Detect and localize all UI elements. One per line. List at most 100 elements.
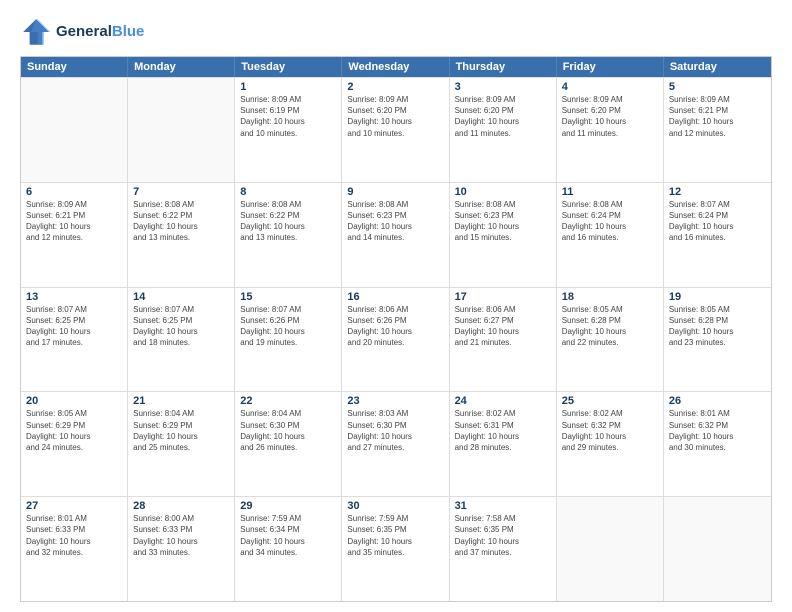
day-number: 31 (455, 500, 551, 512)
logo: GeneralBlue (20, 16, 144, 48)
day-number: 10 (455, 186, 551, 198)
calendar-cell: 5Sunrise: 8:09 AM Sunset: 6:21 PM Daylig… (664, 78, 771, 182)
calendar-cell: 9Sunrise: 8:08 AM Sunset: 6:23 PM Daylig… (342, 183, 449, 287)
calendar-cell (557, 497, 664, 601)
calendar-cell: 1Sunrise: 8:09 AM Sunset: 6:19 PM Daylig… (235, 78, 342, 182)
day-number: 13 (26, 291, 122, 303)
calendar-cell (128, 78, 235, 182)
day-detail: Sunrise: 8:04 AM Sunset: 6:29 PM Dayligh… (133, 408, 229, 453)
calendar-cell: 6Sunrise: 8:09 AM Sunset: 6:21 PM Daylig… (21, 183, 128, 287)
calendar-body: 1Sunrise: 8:09 AM Sunset: 6:19 PM Daylig… (21, 77, 771, 601)
weekday-header: Tuesday (235, 57, 342, 77)
calendar-cell: 19Sunrise: 8:05 AM Sunset: 6:28 PM Dayli… (664, 288, 771, 392)
weekday-header: Thursday (450, 57, 557, 77)
calendar-cell (21, 78, 128, 182)
day-detail: Sunrise: 8:00 AM Sunset: 6:33 PM Dayligh… (133, 513, 229, 558)
day-detail: Sunrise: 8:09 AM Sunset: 6:21 PM Dayligh… (669, 94, 766, 139)
calendar-cell: 26Sunrise: 8:01 AM Sunset: 6:32 PM Dayli… (664, 392, 771, 496)
calendar-week: 1Sunrise: 8:09 AM Sunset: 6:19 PM Daylig… (21, 77, 771, 182)
day-number: 27 (26, 500, 122, 512)
calendar-cell: 12Sunrise: 8:07 AM Sunset: 6:24 PM Dayli… (664, 183, 771, 287)
day-detail: Sunrise: 8:08 AM Sunset: 6:23 PM Dayligh… (347, 199, 443, 244)
day-detail: Sunrise: 8:06 AM Sunset: 6:26 PM Dayligh… (347, 304, 443, 349)
day-detail: Sunrise: 8:07 AM Sunset: 6:26 PM Dayligh… (240, 304, 336, 349)
calendar-cell: 15Sunrise: 8:07 AM Sunset: 6:26 PM Dayli… (235, 288, 342, 392)
weekday-header: Sunday (21, 57, 128, 77)
weekday-header: Monday (128, 57, 235, 77)
calendar-cell (664, 497, 771, 601)
day-detail: Sunrise: 7:59 AM Sunset: 6:34 PM Dayligh… (240, 513, 336, 558)
day-detail: Sunrise: 8:07 AM Sunset: 6:25 PM Dayligh… (26, 304, 122, 349)
day-number: 11 (562, 186, 658, 198)
day-detail: Sunrise: 8:09 AM Sunset: 6:21 PM Dayligh… (26, 199, 122, 244)
day-detail: Sunrise: 8:02 AM Sunset: 6:32 PM Dayligh… (562, 408, 658, 453)
calendar-cell: 27Sunrise: 8:01 AM Sunset: 6:33 PM Dayli… (21, 497, 128, 601)
day-detail: Sunrise: 8:02 AM Sunset: 6:31 PM Dayligh… (455, 408, 551, 453)
day-detail: Sunrise: 8:08 AM Sunset: 6:24 PM Dayligh… (562, 199, 658, 244)
header: GeneralBlue (20, 16, 772, 48)
logo-text: GeneralBlue (56, 23, 144, 41)
day-detail: Sunrise: 8:08 AM Sunset: 6:23 PM Dayligh… (455, 199, 551, 244)
day-number: 3 (455, 81, 551, 93)
day-number: 12 (669, 186, 766, 198)
calendar-cell: 28Sunrise: 8:00 AM Sunset: 6:33 PM Dayli… (128, 497, 235, 601)
calendar-cell: 21Sunrise: 8:04 AM Sunset: 6:29 PM Dayli… (128, 392, 235, 496)
day-number: 17 (455, 291, 551, 303)
calendar-cell: 10Sunrise: 8:08 AM Sunset: 6:23 PM Dayli… (450, 183, 557, 287)
day-number: 7 (133, 186, 229, 198)
calendar-cell: 24Sunrise: 8:02 AM Sunset: 6:31 PM Dayli… (450, 392, 557, 496)
day-number: 16 (347, 291, 443, 303)
day-number: 29 (240, 500, 336, 512)
day-number: 15 (240, 291, 336, 303)
calendar-week: 27Sunrise: 8:01 AM Sunset: 6:33 PM Dayli… (21, 496, 771, 601)
day-detail: Sunrise: 8:05 AM Sunset: 6:29 PM Dayligh… (26, 408, 122, 453)
calendar-cell: 25Sunrise: 8:02 AM Sunset: 6:32 PM Dayli… (557, 392, 664, 496)
day-detail: Sunrise: 8:08 AM Sunset: 6:22 PM Dayligh… (133, 199, 229, 244)
calendar-cell: 8Sunrise: 8:08 AM Sunset: 6:22 PM Daylig… (235, 183, 342, 287)
calendar-header: SundayMondayTuesdayWednesdayThursdayFrid… (21, 57, 771, 77)
day-number: 26 (669, 395, 766, 407)
calendar-cell: 18Sunrise: 8:05 AM Sunset: 6:28 PM Dayli… (557, 288, 664, 392)
calendar-cell: 22Sunrise: 8:04 AM Sunset: 6:30 PM Dayli… (235, 392, 342, 496)
weekday-header: Friday (557, 57, 664, 77)
day-detail: Sunrise: 8:05 AM Sunset: 6:28 PM Dayligh… (562, 304, 658, 349)
day-number: 19 (669, 291, 766, 303)
day-detail: Sunrise: 8:05 AM Sunset: 6:28 PM Dayligh… (669, 304, 766, 349)
calendar-cell: 13Sunrise: 8:07 AM Sunset: 6:25 PM Dayli… (21, 288, 128, 392)
calendar-cell: 14Sunrise: 8:07 AM Sunset: 6:25 PM Dayli… (128, 288, 235, 392)
weekday-header: Saturday (664, 57, 771, 77)
day-detail: Sunrise: 8:08 AM Sunset: 6:22 PM Dayligh… (240, 199, 336, 244)
calendar-cell: 23Sunrise: 8:03 AM Sunset: 6:30 PM Dayli… (342, 392, 449, 496)
calendar-cell: 31Sunrise: 7:58 AM Sunset: 6:35 PM Dayli… (450, 497, 557, 601)
calendar-cell: 11Sunrise: 8:08 AM Sunset: 6:24 PM Dayli… (557, 183, 664, 287)
day-number: 21 (133, 395, 229, 407)
calendar-cell: 16Sunrise: 8:06 AM Sunset: 6:26 PM Dayli… (342, 288, 449, 392)
calendar-cell: 4Sunrise: 8:09 AM Sunset: 6:20 PM Daylig… (557, 78, 664, 182)
day-number: 28 (133, 500, 229, 512)
day-detail: Sunrise: 8:06 AM Sunset: 6:27 PM Dayligh… (455, 304, 551, 349)
day-number: 14 (133, 291, 229, 303)
day-detail: Sunrise: 7:59 AM Sunset: 6:35 PM Dayligh… (347, 513, 443, 558)
day-number: 1 (240, 81, 336, 93)
day-detail: Sunrise: 7:58 AM Sunset: 6:35 PM Dayligh… (455, 513, 551, 558)
day-number: 23 (347, 395, 443, 407)
day-number: 5 (669, 81, 766, 93)
day-detail: Sunrise: 8:01 AM Sunset: 6:33 PM Dayligh… (26, 513, 122, 558)
day-number: 2 (347, 81, 443, 93)
day-number: 22 (240, 395, 336, 407)
calendar-cell: 29Sunrise: 7:59 AM Sunset: 6:34 PM Dayli… (235, 497, 342, 601)
day-detail: Sunrise: 8:04 AM Sunset: 6:30 PM Dayligh… (240, 408, 336, 453)
day-detail: Sunrise: 8:09 AM Sunset: 6:19 PM Dayligh… (240, 94, 336, 139)
page: GeneralBlue SundayMondayTuesdayWednesday… (0, 0, 792, 612)
day-number: 9 (347, 186, 443, 198)
logo-icon (20, 16, 52, 48)
calendar-cell: 7Sunrise: 8:08 AM Sunset: 6:22 PM Daylig… (128, 183, 235, 287)
calendar-week: 20Sunrise: 8:05 AM Sunset: 6:29 PM Dayli… (21, 391, 771, 496)
day-detail: Sunrise: 8:03 AM Sunset: 6:30 PM Dayligh… (347, 408, 443, 453)
calendar-cell: 3Sunrise: 8:09 AM Sunset: 6:20 PM Daylig… (450, 78, 557, 182)
calendar-week: 6Sunrise: 8:09 AM Sunset: 6:21 PM Daylig… (21, 182, 771, 287)
day-number: 24 (455, 395, 551, 407)
day-number: 20 (26, 395, 122, 407)
day-detail: Sunrise: 8:09 AM Sunset: 6:20 PM Dayligh… (347, 94, 443, 139)
calendar-cell: 20Sunrise: 8:05 AM Sunset: 6:29 PM Dayli… (21, 392, 128, 496)
